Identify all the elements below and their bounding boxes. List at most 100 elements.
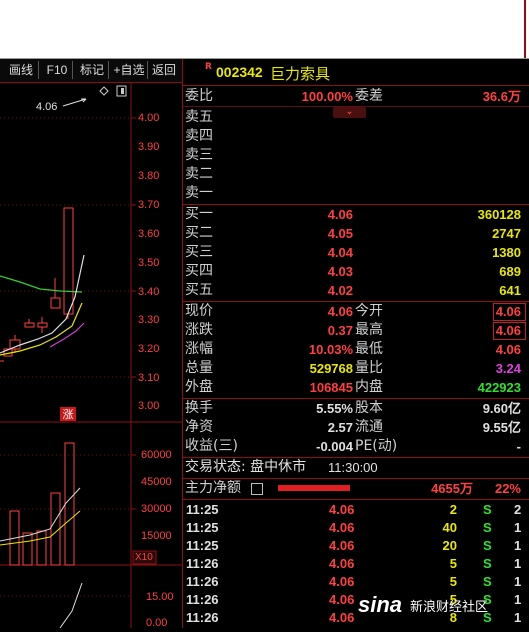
current-price-value: 4.06 — [327, 304, 353, 319]
volume-bars — [9, 442, 75, 566]
draw-line-button[interactable]: 画线 — [4, 61, 39, 79]
candle — [9, 339, 21, 350]
indicator-axis: 15.00 0.00 — [146, 583, 180, 629]
bid-price: 4.05 — [327, 226, 353, 241]
shares-value: 9.60亿 — [482, 401, 521, 416]
list-icon[interactable] — [251, 483, 263, 495]
sina-watermark: sina 新浪财经社区 — [358, 584, 528, 624]
tick-price: 4.06 — [329, 520, 355, 535]
window-edge — [524, 0, 526, 58]
ask-row[interactable]: 卖一 — [183, 184, 525, 203]
volume-ratio-label: 量比 — [355, 360, 383, 376]
high-highlight-box — [493, 322, 526, 340]
change-pct-label: 涨幅 — [185, 341, 213, 357]
ma-line-green — [0, 275, 83, 293]
tick-time: 11:26 — [186, 592, 219, 607]
fund-row: 净资 2.57 流通 9.55亿 — [183, 418, 525, 437]
pe-label: PE(动) — [355, 438, 398, 454]
bid-row[interactable]: 买四 4.03 689 — [183, 262, 525, 281]
eps-value: -0.004 — [316, 439, 353, 454]
price-axis: 4.00 3.90 3.80 3.70 3.60 3.50 3.40 3.30 … — [138, 83, 182, 413]
main-force-label: 主力净额 — [185, 480, 241, 496]
low-value: 4.06 — [495, 342, 521, 357]
price-tick: 3.50 — [138, 257, 160, 269]
bid-row[interactable]: 买二 4.05 2747 — [183, 224, 525, 243]
bid-volume: 689 — [499, 264, 521, 279]
kline-chart-panel[interactable]: 4.06 涨 4.00 3.90 3.80 3.70 3.60 3.50 3.4… — [0, 83, 182, 629]
eps-label: 收益(三) — [185, 438, 238, 454]
trade-status-row: 交易状态: 盘中休市 11:30:00 — [183, 458, 525, 477]
turnover-label: 换手 — [185, 400, 213, 416]
float-label: 流通 — [355, 419, 383, 435]
change-label: 涨跌 — [185, 322, 213, 338]
tick-row: 11:25 4.06 2 S 2 — [183, 501, 525, 519]
tick-time: 11:26 — [186, 556, 219, 571]
tick-time: 11:25 — [186, 502, 219, 517]
price-tick: 3.60 — [138, 228, 160, 240]
shares-label: 股本 — [355, 400, 383, 416]
candles — [0, 207, 74, 362]
tick-direction: S — [483, 556, 492, 571]
diamond-icon[interactable] — [99, 86, 109, 96]
sina-logo: sina — [358, 592, 403, 617]
ask-label: 卖五 — [185, 109, 213, 125]
tick-time: 11:26 — [186, 610, 219, 625]
outer-volume-value: 106845 — [309, 380, 353, 395]
candle — [24, 322, 35, 328]
ask-row[interactable]: 卖二 — [183, 165, 525, 184]
price-tick: 3.40 — [138, 286, 160, 298]
ma-line-magenta — [49, 322, 85, 348]
bid-label: 买三 — [185, 244, 213, 260]
bid-volume: 2747 — [492, 226, 521, 241]
current-price-label: 现价 — [185, 303, 213, 319]
main-force-amount: 4655万 — [431, 481, 473, 496]
bid-row[interactable]: 买五 4.02 641 — [183, 281, 525, 300]
f10-button[interactable]: F10 — [42, 61, 73, 79]
add-watchlist-button[interactable]: +自选 — [111, 61, 148, 79]
bid-volume: 360128 — [477, 207, 521, 222]
change-value: 0.37 — [327, 323, 353, 338]
tick-price: 4.06 — [329, 610, 355, 625]
mark-button[interactable]: 标记 — [76, 61, 109, 79]
window-top-area — [0, 0, 529, 59]
net-asset-label: 净资 — [185, 419, 213, 435]
candle — [50, 297, 61, 309]
price-tick: 3.00 — [138, 400, 160, 412]
ask-row[interactable]: 卖三 — [183, 146, 525, 165]
back-button[interactable]: 返回 — [149, 61, 179, 79]
main-force-pct: 22% — [494, 481, 521, 496]
tick-volume: 20 — [442, 538, 457, 553]
tick-row: 11:26 4.06 5 S 1 — [183, 555, 525, 573]
bid-label: 买四 — [185, 263, 213, 279]
bid-label: 买五 — [185, 282, 213, 298]
tick-volume: 40 — [442, 520, 457, 535]
turnover-value: 5.55% — [316, 401, 353, 416]
bid-row[interactable]: 买一 4.06 360128 — [183, 205, 525, 224]
sina-watermark-text: 新浪财经社区 — [410, 600, 489, 615]
open-label: 今开 — [355, 303, 383, 319]
open-highlight-box — [493, 303, 526, 321]
outer-volume-label: 外盘 — [185, 379, 213, 395]
pe-value: - — [516, 439, 521, 454]
order-diff-value: 36.6万 — [482, 89, 521, 104]
total-volume-label: 总量 — [185, 360, 213, 376]
fund-row: 换手 5.55% 股本 9.60亿 — [183, 399, 525, 418]
inner-volume-value: 422923 — [477, 380, 521, 395]
volume-tick: 45000 — [141, 476, 172, 488]
bid-row[interactable]: 买三 4.04 1380 — [183, 243, 525, 262]
stat-row: 涨幅 10.03% 最低 4.06 — [183, 340, 525, 359]
tick-volume: 5 — [449, 556, 457, 571]
tick-row: 11:25 4.06 40 S 1 — [183, 519, 525, 537]
limit-up-text: 涨 — [63, 408, 74, 421]
stat-row: 总量 529768 量比 3.24 — [183, 359, 525, 378]
margin-flag-badge: R — [205, 62, 212, 72]
ask-row[interactable]: 卖四 — [183, 127, 525, 146]
tick-time: 11:25 — [186, 538, 219, 553]
tick-direction: S — [483, 502, 492, 517]
tick-time: 11:26 — [186, 574, 219, 589]
volume-tick: 30000 — [141, 503, 172, 515]
indicator-tick: 15.00 — [146, 591, 174, 603]
ask-row[interactable]: 卖五 — [183, 108, 525, 127]
ask-label: 卖一 — [185, 185, 213, 201]
stat-row: 现价 4.06 今开 4.06 — [183, 302, 525, 321]
